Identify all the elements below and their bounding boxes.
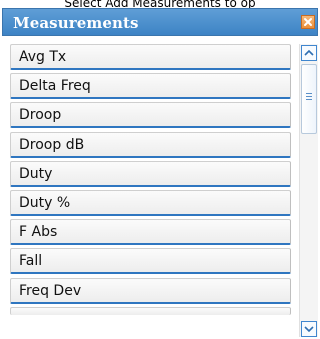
chevron-down-icon [304, 326, 314, 333]
measurement-item-duty[interactable]: Duty [10, 160, 291, 187]
measurement-label: Droop dB [19, 136, 85, 153]
scroll-down-button[interactable] [301, 321, 317, 337]
measurement-label: Fall [19, 253, 43, 270]
measurement-label: Delta Freq [19, 78, 91, 95]
vertical-scrollbar[interactable] [299, 44, 318, 337]
panel-titlebar: Measurements [2, 8, 318, 36]
measurement-label: Duty [19, 165, 53, 182]
measurement-item-partial[interactable] [10, 306, 291, 315]
panel-title: Measurements [13, 14, 139, 32]
measurements-panel: Measurements Avg Tx Delta Freq Droop Dro… [2, 8, 318, 339]
chevron-up-icon [304, 49, 314, 56]
measurement-item-f-abs[interactable]: F Abs [10, 219, 291, 246]
scroll-up-button[interactable] [301, 45, 317, 61]
scroll-thumb[interactable] [301, 64, 317, 134]
measurement-label: F Abs [19, 224, 58, 241]
close-button[interactable] [301, 15, 315, 29]
measurement-label: Duty % [19, 194, 71, 211]
measurement-label: Avg Tx [19, 49, 67, 65]
measurement-item-fall[interactable]: Fall [10, 248, 291, 275]
measurement-item-delta-freq[interactable]: Delta Freq [10, 73, 291, 100]
measurement-item-droop-db[interactable]: Droop dB [10, 131, 291, 158]
grip-icon [306, 93, 312, 100]
measurement-label: Freq Dev [19, 282, 82, 299]
measurements-list: Avg Tx Delta Freq Droop Droop dB Duty Du… [10, 44, 291, 315]
close-icon [304, 18, 312, 26]
measurement-item-avg-tx[interactable]: Avg Tx [10, 44, 291, 70]
measurement-label: Droop [19, 107, 62, 124]
measurement-item-freq-dev[interactable]: Freq Dev [10, 277, 291, 304]
measurement-item-droop[interactable]: Droop [10, 102, 291, 129]
measurement-item-duty-percent[interactable]: Duty % [10, 189, 291, 216]
